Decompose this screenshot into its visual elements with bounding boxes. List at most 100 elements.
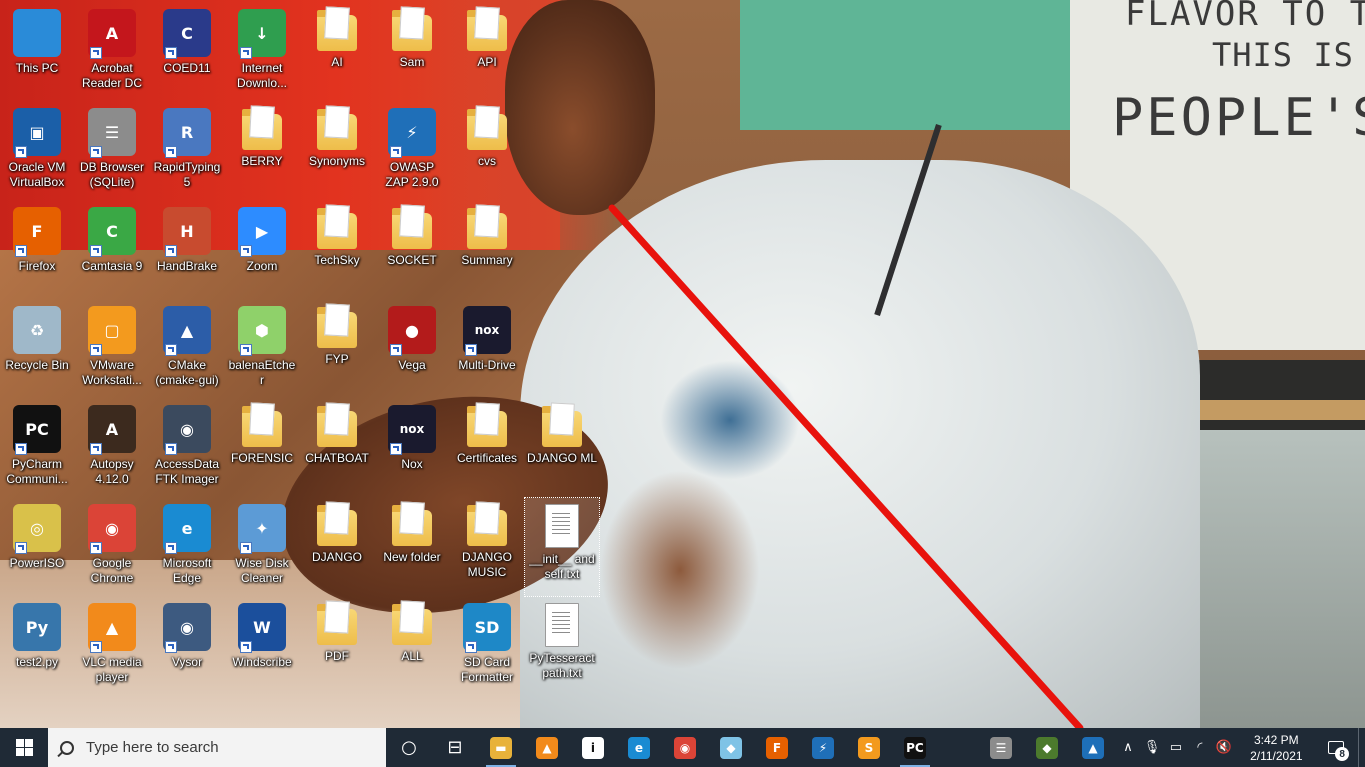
taskbar-app-button[interactable]: ☰ — [978, 728, 1024, 767]
desktop-icon[interactable]: New folder — [375, 498, 449, 596]
zap-icon: ⚡ — [811, 736, 834, 759]
taskbar-app-button[interactable]: ◆ — [1024, 728, 1070, 767]
desktop-icon-label: AI — [331, 55, 343, 69]
desktop-icon[interactable]: This PC — [0, 3, 74, 101]
taskbar-app-button[interactable]: ▬ — [478, 728, 524, 767]
desktop-icon[interactable]: Sam — [375, 3, 449, 101]
desktop-icon[interactable]: nox Nox — [375, 399, 449, 497]
ftk-icon: ◉ — [163, 405, 211, 455]
desktop-icon[interactable]: ◉ AccessData FTK Imager — [150, 399, 224, 497]
desktop-icon[interactable]: DJANGO ML — [525, 399, 599, 497]
desktop-icon-label: Oracle VM VirtualBox — [8, 160, 66, 189]
shortcut-arrow-icon — [390, 344, 402, 356]
desktop-icon[interactable]: C COED11 — [150, 3, 224, 101]
desktop-icon[interactable]: ▶ Zoom — [225, 201, 299, 299]
show-desktop-button[interactable] — [1358, 728, 1365, 767]
taskbar-app-button[interactable]: ⚡ — [800, 728, 846, 767]
database-icon: ☰ — [88, 108, 136, 158]
desktop-icon[interactable]: DJANGO — [300, 498, 374, 596]
desktop-icon[interactable]: ● Vega — [375, 300, 449, 398]
desktop-icon[interactable]: AI — [300, 3, 374, 101]
desktop-icon-label: balenaEtcher — [228, 358, 296, 387]
desktop-icon[interactable]: ♻ Recycle Bin — [0, 300, 74, 398]
desktop-icon[interactable]: PC PyCharm Communi... — [0, 399, 74, 497]
taskbar-app-button[interactable]: ○ — [386, 728, 432, 767]
desktop-icon[interactable]: Synonyms — [300, 102, 374, 200]
taskbar-app-button[interactable]: ▲ — [524, 728, 570, 767]
taskbar-app-button[interactable]: S — [846, 728, 892, 767]
taskbar-app-button[interactable]: ⊟ — [432, 728, 478, 767]
taskbar-app-button[interactable]: PC — [892, 728, 938, 767]
desktop-icon[interactable]: C Camtasia 9 — [75, 201, 149, 299]
start-button[interactable] — [0, 728, 48, 767]
desktop-icon[interactable]: FYP — [300, 300, 374, 398]
nox-icon: nox — [463, 306, 511, 356]
desktop-icon[interactable]: R RapidTyping 5 — [150, 102, 224, 200]
pc-monitor-icon — [13, 9, 61, 57]
taskbar-app-button[interactable]: ◉ — [662, 728, 708, 767]
wifi-icon[interactable]: ◜ — [1188, 728, 1212, 767]
clock[interactable]: 3:42 PM 2/11/2021 — [1236, 732, 1317, 764]
desktop-icon[interactable]: FORENSIC — [225, 399, 299, 497]
desktop-icon[interactable]: Summary — [450, 201, 524, 299]
desktop-icon[interactable]: API — [450, 3, 524, 101]
taskbar-app-button[interactable]: ◆ — [708, 728, 754, 767]
action-center-button[interactable]: 8 — [1317, 728, 1356, 767]
desktop-icon[interactable]: A Autopsy 4.12.0 — [75, 399, 149, 497]
desktop-icon[interactable]: nox Multi-Drive — [450, 300, 524, 398]
shortcut-arrow-icon — [240, 344, 252, 356]
desktop-icon[interactable]: Py test2.py — [0, 597, 74, 695]
desktop-icon[interactable]: A Acrobat Reader DC — [75, 3, 149, 101]
desktop-icon[interactable]: ◉ Vysor — [150, 597, 224, 695]
desktop-icon-label: SOCKET — [387, 253, 437, 267]
desktop-icon[interactable]: ▣ Oracle VM VirtualBox — [0, 102, 74, 200]
desktop-icon[interactable]: ▢ VMware Workstati... — [75, 300, 149, 398]
folder-icon — [392, 204, 432, 249]
desktop-icon[interactable]: BERRY — [225, 102, 299, 200]
desktop-icon[interactable]: ⚡ OWASP ZAP 2.9.0 — [375, 102, 449, 200]
desktop-icon[interactable]: W Windscribe — [225, 597, 299, 695]
desktop-icon[interactable]: CHATBOAT — [300, 399, 374, 497]
taskbar-search-box[interactable]: Type here to search — [48, 728, 386, 767]
show-hidden-icons-icon[interactable]: ∧ — [1116, 728, 1140, 767]
desktop-icon[interactable]: H HandBrake — [150, 201, 224, 299]
desktop-icon[interactable]: ▲ VLC media player — [75, 597, 149, 695]
battery-icon[interactable]: ▭ — [1164, 728, 1188, 767]
taskbar-app-button[interactable]: i — [570, 728, 616, 767]
desktop-icon[interactable]: SOCKET — [375, 201, 449, 299]
desktop-icon[interactable]: ⬢ balenaEtcher — [225, 300, 299, 398]
desktop-icon[interactable]: ↓ Internet Downlo... — [225, 3, 299, 101]
volume-muted-icon[interactable]: 🔇 — [1212, 728, 1236, 767]
desktop-icon-label: RapidTyping 5 — [153, 160, 221, 189]
desktop-icon[interactable]: ALL — [375, 597, 449, 695]
desktop-icon[interactable]: __init__ and self.txt — [524, 497, 600, 597]
taskbar-app-button[interactable]: e — [616, 728, 662, 767]
taskbar-app-button[interactable]: ▲ — [1070, 728, 1116, 767]
desktop-icon[interactable]: DJANGO MUSIC — [450, 498, 524, 596]
taskbar-pinned-apps: ○ ⊟ ▬ ▲ i e ◉ ◆ F ⚡ S PC ☰ ◆ ▲ — [386, 728, 1116, 767]
desktop-icon[interactable]: ☰ DB Browser (SQLite) — [75, 102, 149, 200]
desktop-icon[interactable]: TechSky — [300, 201, 374, 299]
desktop-icon[interactable]: ◉ Google Chrome — [75, 498, 149, 596]
folder-icon — [317, 303, 357, 348]
desktop-icon[interactable]: cvs — [450, 102, 524, 200]
desktop-icon[interactable]: ◎ PowerISO — [0, 498, 74, 596]
shortcut-arrow-icon — [15, 542, 27, 554]
desktop-icon[interactable]: PDF — [300, 597, 374, 695]
desktop-icon-label: VLC media player — [82, 655, 142, 684]
desktop-icon[interactable]: Certificates — [450, 399, 524, 497]
desktop-icon-label: CHATBOAT — [305, 451, 369, 465]
desktop-icon[interactable]: SD SD Card Formatter — [450, 597, 524, 695]
desktop-icon[interactable]: F Firefox — [0, 201, 74, 299]
shortcut-arrow-icon — [15, 245, 27, 257]
desktop-icon-label: VMware Workstati... — [82, 358, 142, 387]
folder-icon — [392, 600, 432, 645]
taskbar-app-button[interactable]: F — [754, 728, 800, 767]
sublime-icon: S — [857, 736, 880, 759]
desktop-icon[interactable]: ✦ Wise Disk Cleaner — [225, 498, 299, 596]
microphone-icon[interactable]: 🎙 — [1140, 728, 1164, 767]
desktop-icon[interactable]: ▲ CMake (cmake-gui) — [150, 300, 224, 398]
desktop-icon[interactable]: PyTesseract path.txt — [525, 597, 599, 695]
desktop-icon[interactable]: e Microsoft Edge — [150, 498, 224, 596]
folder-icon — [467, 501, 507, 546]
